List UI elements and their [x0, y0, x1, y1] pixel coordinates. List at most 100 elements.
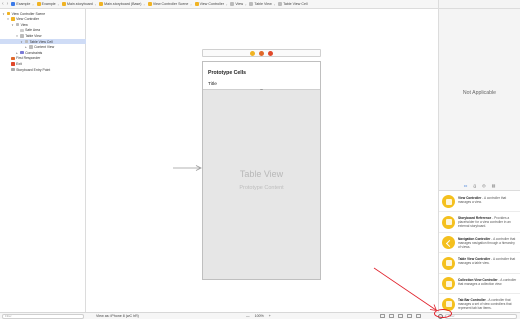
- zoom-in-button[interactable]: +: [269, 314, 271, 318]
- breadcrumb-label: Table View Cell: [283, 2, 308, 6]
- outline-item[interactable]: ▸ Content View: [25, 45, 55, 50]
- outline-item[interactable]: ▸ Constraints: [16, 50, 42, 55]
- outline-item[interactable]: ▾ View Controller: [7, 17, 40, 22]
- library-item[interactable]: Collection View Controller - A controlle…: [439, 274, 520, 294]
- object-library: ▭ {} ◎ ▤ View Controller - A controller tha…: [438, 180, 520, 315]
- document-outline: ▾ View Controller Scene ▾ View Controller ▾ V…: [0, 9, 86, 312]
- chevron-right-icon: ›: [190, 1, 192, 7]
- back-icon[interactable]: ‹: [2, 0, 4, 8]
- breadcrumb-item[interactable]: View ›: [230, 2, 246, 7]
- breadcrumb-item[interactable]: Example ›: [36, 1, 59, 7]
- layout-tools: [380, 314, 421, 318]
- object-icon: [6, 11, 11, 16]
- object-icon: [24, 39, 29, 44]
- disclosure-open-icon[interactable]: ▾: [16, 34, 19, 38]
- exit-dock-icon[interactable]: [268, 50, 273, 56]
- outline-item[interactable]: ▾ Table View: [16, 33, 42, 38]
- prototype-cells-heading: Prototype Cells: [208, 70, 247, 76]
- outline-item[interactable]: Exit: [7, 61, 22, 66]
- outline-item[interactable]: ▾ View: [11, 22, 28, 27]
- outline-filter-input[interactable]: Filter: [2, 314, 84, 319]
- update-frames-icon[interactable]: [380, 314, 385, 318]
- breadcrumb-label: Table View: [254, 2, 272, 6]
- library-item-text: Storyboard Reference - Provides a placeh…: [458, 216, 518, 228]
- object-icon: [20, 28, 24, 33]
- library-item-text: View Controller - A controller that mana…: [458, 196, 518, 204]
- pin-icon[interactable]: [398, 314, 403, 318]
- embed-in-icon[interactable]: [416, 314, 421, 318]
- outline-item[interactable]: First Responder: [7, 56, 40, 61]
- library-item[interactable]: View Controller - A controller that mana…: [439, 192, 520, 212]
- zoom-out-button[interactable]: —: [246, 314, 250, 318]
- library-item[interactable]: Storyboard Reference - Provides a placeh…: [439, 213, 520, 233]
- inspector-tab-bar: [439, 0, 520, 9]
- library-item-text: Collection View Controller - A controlle…: [458, 278, 518, 286]
- library-item[interactable]: Navigation Controller - A controller tha…: [439, 233, 520, 253]
- outline-item-label: Storyboard Entry Point: [16, 67, 51, 72]
- object-icon: [11, 67, 15, 72]
- disclosure-open-icon[interactable]: ▾: [11, 23, 14, 27]
- prototype-cell-area[interactable]: Prototype Cells Title: [203, 62, 320, 91]
- storyboard-reference-icon: [442, 215, 455, 229]
- object-library-tab-icon[interactable]: ◎: [482, 183, 486, 188]
- chevron-right-icon: ›: [32, 1, 34, 7]
- breadcrumb-item[interactable]: View Controller ›: [194, 2, 227, 7]
- object-icon: [11, 62, 15, 66]
- disclosure-open-icon[interactable]: ▾: [20, 40, 23, 44]
- cell-title-label[interactable]: Title: [208, 82, 217, 87]
- code-snippet-tab-icon[interactable]: {}: [473, 183, 476, 188]
- outline-item-label: Content View: [34, 45, 55, 50]
- library-tab-bar: ▭ {} ◎ ▤: [439, 180, 520, 191]
- breadcrumb-item[interactable]: Example ›: [11, 1, 34, 7]
- chevron-right-icon: ›: [273, 1, 276, 7]
- scene-dock: [202, 49, 321, 57]
- entry-point-arrow[interactable]: [173, 165, 203, 171]
- file-icon: [99, 2, 104, 6]
- file-icon: [11, 2, 16, 6]
- view-controller-dock-icon[interactable]: [250, 50, 255, 56]
- outline-item[interactable]: ▾ View Controller Scene: [2, 11, 45, 16]
- align-icon[interactable]: [389, 314, 394, 318]
- library-item[interactable]: Table View Controller - A controller tha…: [439, 254, 520, 274]
- file-template-tab-icon[interactable]: ▭: [464, 183, 468, 188]
- resolve-issues-icon[interactable]: [407, 314, 412, 318]
- breadcrumb-label: View Controller: [199, 2, 224, 6]
- outline-item-label: Exit: [16, 61, 22, 66]
- disclosure-closed-icon[interactable]: ▸: [25, 45, 28, 49]
- forward-icon[interactable]: ›: [7, 0, 9, 8]
- table-view[interactable]: Table View Prototype Content: [203, 90, 320, 279]
- object-icon: [20, 34, 24, 38]
- breadcrumb-item[interactable]: Table View Cell: [278, 2, 308, 6]
- outline-item[interactable]: Safe Area: [16, 28, 40, 33]
- disclosure-open-icon[interactable]: ▾: [2, 12, 5, 16]
- object-icon: [11, 56, 15, 61]
- first-responder-dock-icon[interactable]: [259, 50, 264, 56]
- view-as-device-button[interactable]: View as: iPhone 8 (wC hR): [96, 314, 139, 318]
- object-icon: [11, 17, 15, 21]
- library-item-text: Navigation Controller - A controller tha…: [458, 237, 518, 249]
- prototype-content-label: Prototype Content: [239, 185, 284, 191]
- disclosure-open-icon[interactable]: ▾: [7, 17, 10, 21]
- file-icon: [249, 2, 254, 6]
- breadcrumb-item[interactable]: Main.storyboard (Base) ›: [99, 2, 145, 7]
- breadcrumb-item[interactable]: Main.storyboard ›: [62, 2, 96, 7]
- outline-item-label: View: [20, 22, 28, 27]
- outline-item[interactable]: ▾ Table View Cell: [0, 39, 86, 44]
- object-icon: [20, 50, 24, 55]
- breadcrumb-item[interactable]: View Controller Scene ›: [147, 1, 192, 7]
- chevron-right-icon: ›: [94, 1, 97, 7]
- breadcrumb-item[interactable]: Table View ›: [249, 2, 275, 7]
- outline-item-label: Table View: [25, 33, 42, 38]
- jump-bar: ‹ › Example › Example › Main.storyboard › Main…: [0, 0, 438, 9]
- library-filter-input[interactable]: Filter: [445, 314, 517, 319]
- breadcrumb-label: View Controller Scene: [152, 2, 189, 6]
- zoom-controls: — 100% +: [246, 314, 271, 318]
- chevron-right-icon: ›: [57, 1, 59, 7]
- disclosure-closed-icon[interactable]: ▸: [16, 51, 19, 55]
- media-library-tab-icon[interactable]: ▤: [492, 183, 496, 188]
- annotation-arrow: [373, 267, 438, 312]
- outline-item-label: View Controller Scene: [11, 11, 46, 16]
- outline-item[interactable]: Storyboard Entry Point: [7, 67, 51, 72]
- outline-item-label: View Controller: [16, 17, 40, 22]
- view-controller-frame[interactable]: Prototype Cells Title Table View Prototy…: [202, 61, 321, 280]
